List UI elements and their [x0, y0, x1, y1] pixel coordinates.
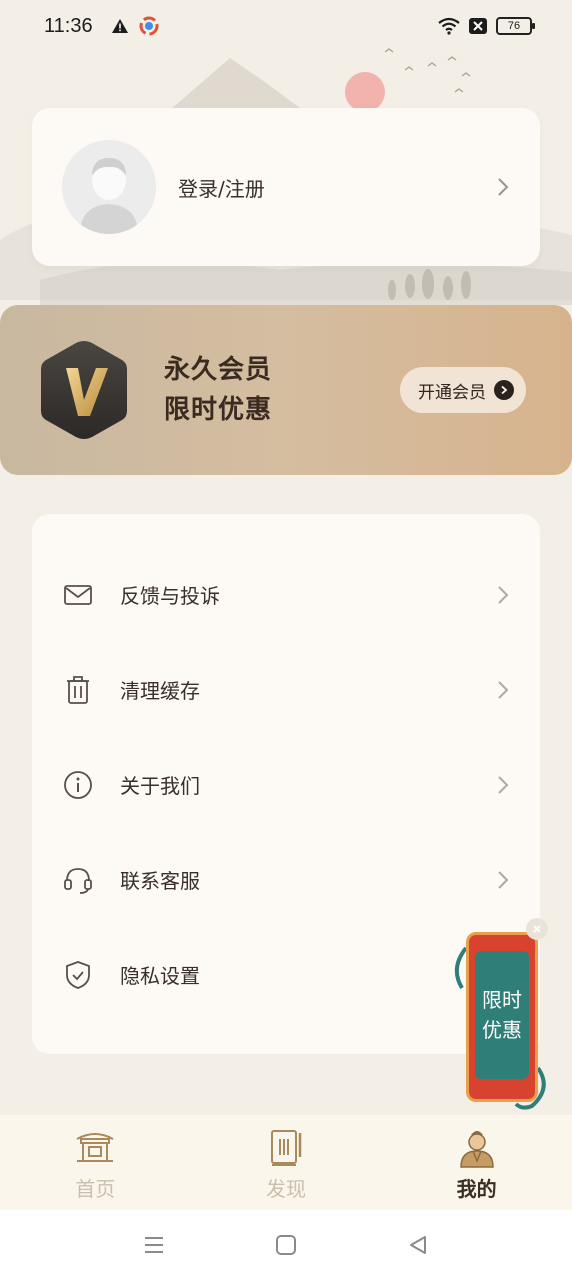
arrow-right-icon: [494, 380, 514, 400]
chevron-right-icon: [498, 680, 509, 699]
chevron-right-icon: [498, 870, 509, 889]
avatar[interactable]: [62, 140, 156, 234]
chevron-right-icon: [498, 178, 509, 196]
menu-item-feedback[interactable]: 反馈与投诉: [32, 547, 540, 642]
battery-icon: 76: [496, 17, 535, 35]
wifi-icon: [438, 17, 460, 35]
tab-label: 发现: [266, 1177, 306, 1201]
chevron-right-icon: [498, 585, 509, 604]
headset-icon: [62, 864, 94, 896]
vip-promo-text: 永久会员 限时优惠: [164, 350, 272, 430]
promo-line-1: 限时: [482, 988, 522, 1012]
system-navigation-bar: [0, 1210, 572, 1280]
menu-item-customer-service[interactable]: 联系客服: [32, 832, 540, 927]
shield-icon: [62, 959, 94, 991]
profile-card[interactable]: 登录/注册: [32, 108, 540, 266]
menu-label: 关于我们: [120, 774, 200, 798]
tab-home[interactable]: 首页: [0, 1115, 191, 1210]
trash-icon: [62, 674, 94, 706]
vip-line-2: 限时优惠: [164, 395, 273, 425]
status-bar: 11:36 76: [0, 0, 572, 52]
warning-icon: [111, 19, 128, 33]
floating-promo[interactable]: 限时 优惠: [452, 918, 552, 1114]
scroll-icon: [271, 1130, 302, 1166]
vip-banner[interactable]: 永久会员 限时优惠 开通会员: [0, 305, 572, 475]
bottom-navigation: 首页 发现 我的: [0, 1115, 572, 1210]
tab-mine[interactable]: 我的: [381, 1115, 572, 1210]
menu-label: 联系客服: [120, 869, 200, 893]
back-icon[interactable]: [407, 1234, 429, 1256]
mail-icon: [62, 579, 94, 611]
promo-line-2: 优惠: [482, 1018, 522, 1042]
vip-badge-icon: [41, 341, 127, 439]
temple-icon: [76, 1133, 114, 1162]
promo-text: 限时 优惠: [475, 951, 529, 1079]
chevron-right-icon: [498, 775, 509, 794]
login-register-link[interactable]: 登录/注册: [178, 173, 265, 202]
menu-item-clear-cache[interactable]: 清理缓存: [32, 642, 540, 737]
info-icon: [62, 769, 94, 801]
no-sim-icon: [469, 18, 487, 34]
tab-label: 我的: [456, 1177, 497, 1201]
status-time: 11:36: [44, 14, 93, 37]
tab-discover[interactable]: 发现: [191, 1115, 382, 1210]
menu-label: 清理缓存: [120, 679, 200, 703]
menu-item-about-us[interactable]: 关于我们: [32, 737, 540, 832]
menu-icon[interactable]: [143, 1235, 165, 1255]
promo-frame: 限时 优惠: [466, 932, 538, 1102]
vip-line-1: 永久会员: [164, 355, 273, 385]
default-avatar-icon: [62, 140, 156, 234]
scholar-icon: [459, 1131, 494, 1168]
open-membership-button[interactable]: 开通会员: [400, 367, 526, 413]
app-notification-icon: [139, 16, 159, 36]
menu-label: 隐私设置: [120, 964, 200, 988]
home-icon[interactable]: [275, 1234, 297, 1256]
battery-level: 76: [507, 20, 521, 32]
open-membership-label: 开通会员: [418, 382, 486, 403]
menu-label: 反馈与投诉: [120, 584, 220, 608]
tab-label: 首页: [75, 1177, 116, 1201]
close-icon[interactable]: [526, 918, 548, 940]
